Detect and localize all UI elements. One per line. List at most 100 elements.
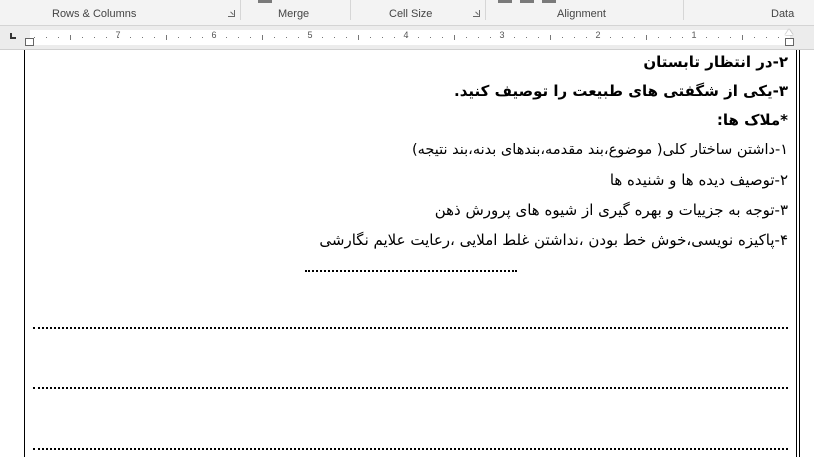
ruler-mark [586,37,587,38]
doc-line-2[interactable]: ۳-یکی از شگفتی های طبیعت را توصیف کنید. [454,82,788,100]
ruler-mark [478,37,479,38]
doc-line-5[interactable]: ۲-توصیف دیده ها و شنیده ها [610,171,788,189]
alignment-tool-icon[interactable] [542,0,556,3]
answer-dotted-line[interactable] [305,270,517,272]
ruler-mark [166,35,167,40]
ruler-mark [262,35,263,40]
ruler-mark [58,37,59,38]
ruler-mark [670,37,671,38]
ruler-mark [502,37,503,38]
ruler-mark [94,37,95,38]
doc-line-3[interactable]: *ملاک ها: [717,111,788,129]
ruler-mark [598,37,599,38]
doc-line-6[interactable]: ۳-توجه به جزییات و بهره گیری از شیوه های… [435,201,788,219]
ruler-mark [526,37,527,38]
ruler-mark [334,37,335,38]
ruler-mark [238,37,239,38]
ruler-mark [298,37,299,38]
ruler-mark [82,37,83,38]
cell-size-dialog-launcher-icon[interactable] [473,10,480,17]
doc-line-7[interactable]: ۴-پاکیزه نویسی،خوش خط بودن ،نداشتن غلط ا… [319,231,788,249]
ruler-mark [562,37,563,38]
ruler-mark [370,37,371,38]
answer-dotted-line[interactable] [33,327,788,329]
group-label-rows-columns: Rows & Columns [52,8,137,20]
ruler-mark [550,35,551,40]
ruler-mark [682,37,683,38]
ruler-mark [34,37,35,38]
ruler-mark [538,37,539,38]
answer-dotted-line[interactable] [33,387,788,389]
alignment-tool-icon[interactable] [498,0,512,3]
alignment-tool-icon[interactable] [520,0,534,3]
ruler-mark [310,37,311,38]
ruler-text-area [30,30,790,45]
ruler-mark [622,37,623,38]
merge-tool-icon[interactable] [258,0,272,3]
ruler-mark [574,37,575,38]
ruler-mark [202,37,203,38]
ruler-mark [742,35,743,40]
group-label-data: Data [771,8,795,20]
group-label-alignment: Alignment [557,8,606,20]
ruler-mark [154,37,155,38]
group-separator [350,0,351,20]
ribbon-group-labels: Rows & Columns Merge Cell Size Alignment… [0,0,814,26]
ruler-mark [274,37,275,38]
ruler-mark [646,35,647,40]
ruler-label: 7 [115,30,121,40]
ruler-mark [214,37,215,38]
doc-line-1[interactable]: ۲-در انتظار تابستان [643,53,788,71]
ruler-mark [382,37,383,38]
ruler-mark [610,37,611,38]
ruler-mark [658,37,659,38]
ruler-mark [358,35,359,40]
ruler-mark [322,37,323,38]
ruler-mark [754,37,755,38]
ruler-mark [46,37,47,38]
right-indent-marker-icon[interactable] [785,29,794,47]
left-indent-marker-icon[interactable] [25,38,34,46]
ruler-label: 5 [307,30,313,40]
ruler-mark [130,37,131,38]
ruler-mark [178,37,179,38]
ruler-label: 2 [595,30,601,40]
ruler-mark [442,37,443,38]
ruler-mark [466,37,467,38]
ruler-mark [490,37,491,38]
ruler-label: 6 [211,30,217,40]
ruler-mark [346,37,347,38]
group-label-merge: Merge [278,8,310,20]
table-border-right [796,50,797,457]
ruler-mark [406,37,407,38]
hanging-indent-icon[interactable] [785,38,794,46]
ruler-mark [250,37,251,38]
ruler-mark [394,37,395,38]
first-line-indent-icon[interactable] [785,29,793,35]
ruler-mark [118,37,119,38]
doc-line-4[interactable]: ۱-داشتن ساختار کلی( موضوع،بند مقدمه،بنده… [412,142,788,158]
ruler-label: 3 [499,30,505,40]
group-separator [485,0,486,20]
ruler-mark [454,35,455,40]
document-page[interactable] [0,50,814,457]
ruler-mark [766,37,767,38]
group-separator [240,0,241,20]
ruler-mark [718,37,719,38]
ruler-mark [418,37,419,38]
group-separator [683,0,684,20]
ruler-mark [286,37,287,38]
horizontal-ruler[interactable]: 7 6 5 4 3 2 1 [0,26,814,50]
ruler-mark [694,37,695,38]
tab-selector-icon[interactable] [10,33,16,39]
ruler-mark [634,37,635,38]
ruler-mark [70,35,71,40]
answer-dotted-line[interactable] [33,448,788,450]
table-border-left [24,50,25,457]
ruler-mark [430,37,431,38]
ruler-mark [190,37,191,38]
ruler-mark [706,37,707,38]
rows-columns-dialog-launcher-icon[interactable] [228,10,235,17]
ruler-mark [730,37,731,38]
ruler-mark [142,37,143,38]
